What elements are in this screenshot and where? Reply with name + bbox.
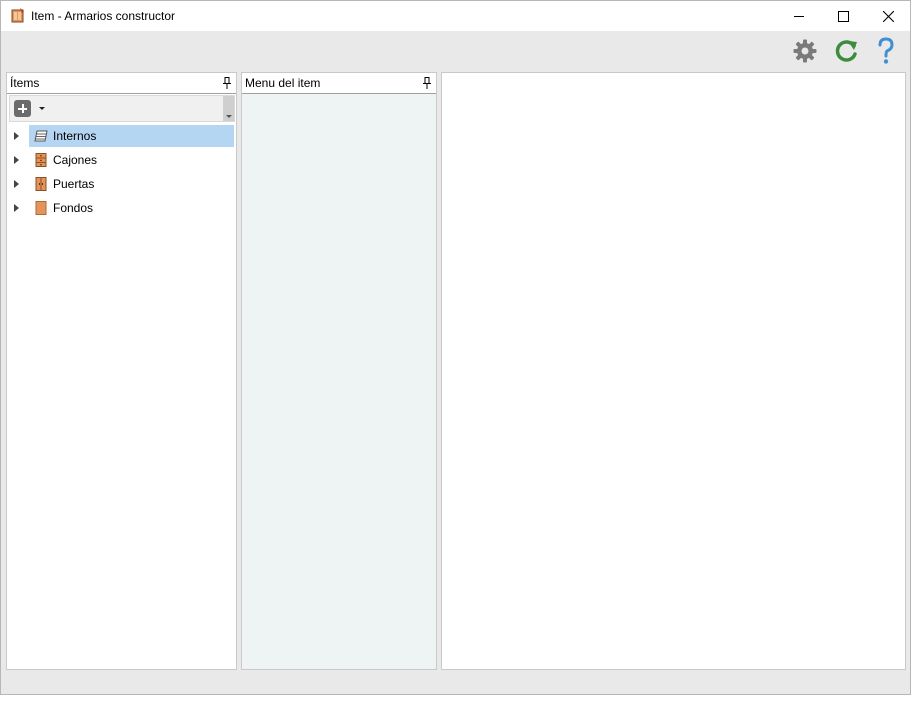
app-window: Item - Armarios constructor Ítems Intern… bbox=[0, 0, 911, 695]
expand-arrow-icon[interactable] bbox=[14, 180, 19, 188]
title-bar: Item - Armarios constructor bbox=[1, 1, 910, 31]
help-button[interactable] bbox=[872, 36, 900, 66]
maximize-icon bbox=[838, 10, 849, 22]
items-panel-title: Ítems bbox=[10, 76, 40, 90]
items-toolbar bbox=[9, 95, 235, 122]
tree-item-label: Internos bbox=[53, 129, 97, 143]
dropdown-arrow-icon[interactable] bbox=[39, 107, 45, 110]
add-icon[interactable] bbox=[14, 100, 31, 117]
minimize-icon bbox=[793, 16, 804, 17]
window-title: Item - Armarios constructor bbox=[31, 9, 176, 23]
tree-item-label: Puertas bbox=[53, 177, 95, 191]
toolbar-overflow-button[interactable] bbox=[223, 96, 234, 121]
expand-arrow-icon[interactable] bbox=[14, 204, 19, 212]
pin-icon[interactable] bbox=[223, 77, 231, 89]
top-toolbar bbox=[1, 31, 910, 71]
help-icon bbox=[878, 37, 894, 64]
items-panel-header: Ítems bbox=[7, 73, 236, 94]
back-panel-icon bbox=[35, 201, 47, 215]
pin-icon[interactable] bbox=[423, 77, 431, 89]
refresh-button[interactable] bbox=[832, 36, 860, 66]
status-bar bbox=[1, 671, 910, 694]
content-panel bbox=[441, 72, 906, 670]
gear-icon bbox=[793, 39, 817, 63]
item-menu-panel-title: Menu del item bbox=[245, 76, 321, 90]
maximize-button[interactable] bbox=[821, 1, 866, 31]
door-icon bbox=[35, 177, 47, 191]
close-icon bbox=[883, 10, 894, 22]
tree-item-internos[interactable]: Internos bbox=[7, 125, 235, 147]
close-button[interactable] bbox=[866, 1, 911, 31]
expand-arrow-icon[interactable] bbox=[14, 132, 19, 140]
refresh-icon bbox=[835, 40, 857, 62]
item-menu-panel: Menu del item bbox=[241, 72, 437, 670]
tree-item-fondos[interactable]: Fondos bbox=[7, 197, 235, 219]
shelves-icon bbox=[34, 130, 48, 142]
tree-item-puertas[interactable]: Puertas bbox=[7, 173, 235, 195]
settings-button[interactable] bbox=[791, 36, 819, 66]
tree-item-cajones[interactable]: Cajones bbox=[7, 149, 235, 171]
expand-arrow-icon[interactable] bbox=[14, 156, 19, 164]
minimize-button[interactable] bbox=[776, 1, 821, 31]
tree-item-label: Cajones bbox=[53, 153, 98, 167]
tree-item-label: Fondos bbox=[53, 201, 94, 215]
app-icon bbox=[11, 8, 24, 23]
item-menu-panel-header: Menu del item bbox=[242, 73, 436, 94]
drawers-icon bbox=[35, 153, 47, 167]
items-panel: Ítems Internos Cajones Puertas Fondos bbox=[6, 72, 237, 670]
